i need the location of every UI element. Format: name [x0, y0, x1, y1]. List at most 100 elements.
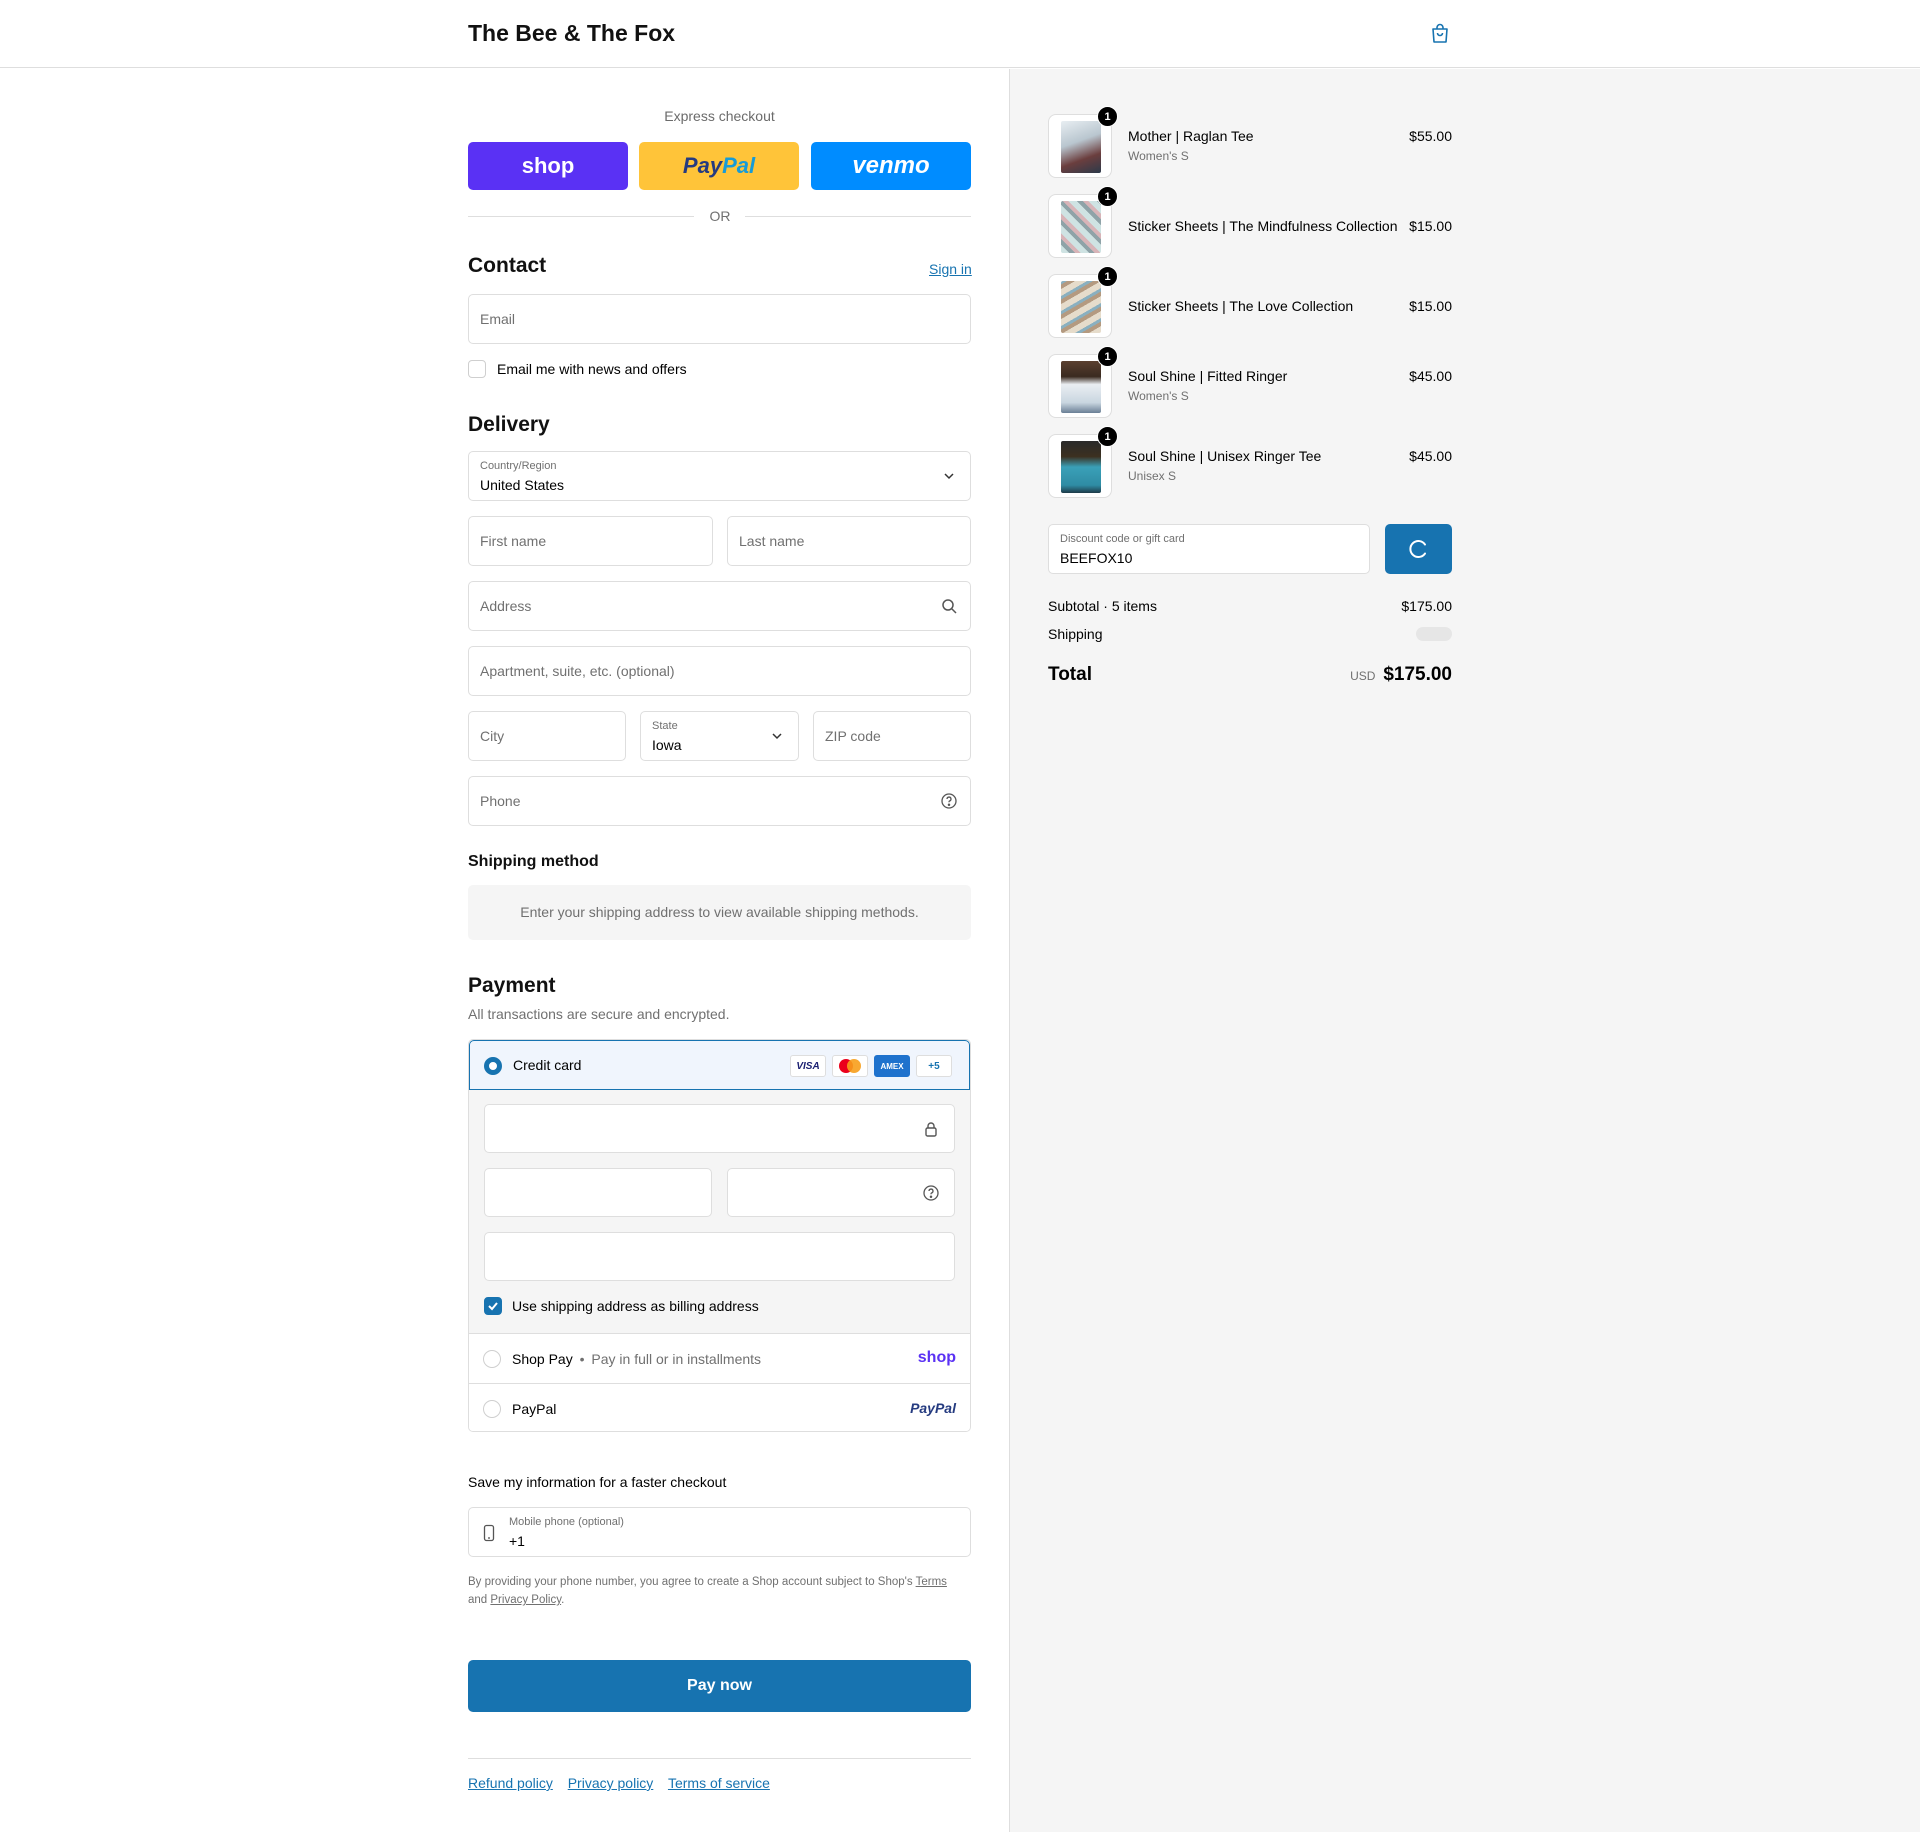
subtotal-value: $175.00 [1401, 598, 1452, 614]
or-divider-right [745, 216, 971, 217]
country-label: Country/Region [480, 460, 557, 472]
mobile-phone-icon [483, 1524, 495, 1542]
cart-item: 1 Sticker Sheets | The Love Collection $… [1048, 266, 1452, 338]
discount-code-value: BEEFOX10 [1060, 550, 1133, 566]
email-field[interactable]: Email [468, 294, 971, 344]
or-divider-left [468, 216, 694, 217]
card-cvv-field[interactable] [727, 1168, 955, 1217]
payment-subheading: All transactions are secure and encrypte… [468, 1006, 730, 1022]
terms-of-service-link[interactable]: Terms of service [668, 1775, 770, 1791]
paypal-radio[interactable] [483, 1400, 501, 1418]
privacy-policy-footer-link[interactable]: Privacy policy [568, 1775, 654, 1791]
item-variant: Women's S [1128, 149, 1189, 163]
item-price: $55.00 [1409, 128, 1452, 144]
state-label: State [652, 720, 678, 732]
save-info-legal: By providing your phone number, you agre… [468, 1573, 971, 1609]
shop-pay-logo: shop [917, 1349, 956, 1366]
cart-item: 1 Soul Shine | Fitted Ringer Women's S $… [1048, 346, 1452, 418]
quantity-badge: 1 [1097, 266, 1118, 287]
last-name-placeholder: Last name [739, 533, 805, 549]
credit-card-label: Credit card [513, 1057, 582, 1073]
credit-card-option[interactable]: Credit card VISA AMEX +5 [469, 1040, 970, 1090]
card-number-field[interactable] [484, 1104, 955, 1153]
item-price: $45.00 [1409, 368, 1452, 384]
item-name: Sticker Sheets | The Love Collection [1128, 298, 1354, 314]
paypal-logo: PayPal [910, 1400, 956, 1416]
shop-pay-separator: • [579, 1351, 585, 1367]
terms-link[interactable]: Terms [916, 1576, 947, 1588]
news-offers-checkbox[interactable] [468, 360, 486, 378]
first-name-field[interactable]: First name [468, 516, 713, 566]
shop-pay-express-button[interactable]: shop [468, 142, 628, 190]
cart-item: 1 Soul Shine | Unisex Ringer Tee Unisex … [1048, 426, 1452, 498]
card-expiry-field[interactable] [484, 1168, 712, 1217]
subtotal-row: Subtotal · 5 items $175.00 [1048, 598, 1452, 614]
express-checkout-title: Express checkout [664, 108, 775, 124]
discount-code-field[interactable]: Discount code or gift card BEEFOX10 [1048, 524, 1370, 574]
first-name-placeholder: First name [480, 533, 547, 549]
mobile-phone-value: +1 [509, 1533, 525, 1549]
city-field[interactable]: City [468, 711, 626, 761]
mobile-phone-field[interactable]: Mobile phone (optional) +1 [468, 1507, 971, 1557]
paypal-logo-pay: Pay [682, 153, 723, 178]
shopping-bag-icon[interactable] [1428, 22, 1452, 46]
zip-field[interactable]: ZIP code [813, 711, 971, 761]
help-circle-icon[interactable] [940, 792, 958, 810]
loading-spinner-icon [1408, 540, 1426, 558]
billing-same-checkbox[interactable] [484, 1297, 502, 1315]
sign-in-link[interactable]: Sign in [929, 261, 972, 277]
apartment-placeholder: Apartment, suite, etc. (optional) [480, 663, 675, 679]
or-divider-label: OR [709, 208, 731, 224]
shop-pay-option[interactable]: Shop Pay • Pay in full or in installment… [469, 1335, 970, 1384]
country-select[interactable]: Country/Region United States [468, 451, 971, 501]
apartment-field[interactable]: Apartment, suite, etc. (optional) [468, 646, 971, 696]
footer-links: Refund policy Privacy policy Terms of se… [468, 1775, 781, 1791]
privacy-policy-link[interactable]: Privacy Policy [490, 1594, 561, 1606]
discount-code-label: Discount code or gift card [1060, 533, 1185, 545]
store-name[interactable]: The Bee & The Fox [468, 20, 675, 47]
item-variant: Unisex S [1128, 469, 1177, 483]
quantity-badge: 1 [1097, 426, 1118, 447]
phone-field[interactable]: Phone [468, 776, 971, 826]
contact-heading: Contact [468, 254, 547, 277]
save-info-heading: Save my information for a faster checkou… [468, 1474, 727, 1490]
mobile-phone-label: Mobile phone (optional) [509, 1516, 624, 1528]
item-price: $15.00 [1409, 218, 1452, 234]
search-icon [942, 599, 957, 614]
paypal-logo-pal: Pal [722, 153, 756, 178]
item-name: Mother | Raglan Tee [1128, 128, 1254, 144]
apply-discount-button[interactable] [1385, 524, 1452, 574]
shop-pay-logo: shop [521, 153, 575, 178]
last-name-field[interactable]: Last name [727, 516, 971, 566]
mastercard-icon [832, 1055, 868, 1077]
legal-text: By providing your phone number, you agre… [468, 1576, 913, 1588]
card-name-field[interactable] [484, 1232, 955, 1281]
cart-item: 1 Sticker Sheets | The Mindfulness Colle… [1048, 186, 1452, 258]
payment-methods: Credit card VISA AMEX +5 Use shipping ad… [468, 1039, 971, 1432]
shop-pay-radio[interactable] [483, 1350, 501, 1368]
footer-divider [468, 1758, 971, 1759]
chevron-down-icon [772, 733, 782, 740]
city-placeholder: City [480, 728, 505, 744]
venmo-express-button[interactable]: venmo [811, 142, 971, 190]
amex-icon: AMEX [874, 1055, 910, 1077]
total-value: $175.00 [1383, 664, 1452, 685]
state-select[interactable]: State Iowa [640, 711, 799, 761]
item-price: $45.00 [1409, 448, 1452, 464]
zip-placeholder: ZIP code [825, 728, 881, 744]
credit-card-form: Use shipping address as billing address [469, 1090, 970, 1334]
quantity-badge: 1 [1097, 346, 1118, 367]
more-cards-badge: +5 [916, 1055, 952, 1077]
help-circle-icon[interactable] [922, 1184, 940, 1202]
paypal-express-button[interactable]: Pay Pal [639, 142, 799, 190]
refund-policy-link[interactable]: Refund policy [468, 1775, 553, 1791]
credit-card-radio[interactable] [484, 1057, 502, 1075]
quantity-badge: 1 [1097, 106, 1118, 127]
country-value: United States [480, 477, 565, 493]
paypal-option[interactable]: PayPal PayPal [469, 1385, 970, 1431]
item-name: Soul Shine | Unisex Ringer Tee [1128, 448, 1322, 464]
address-field[interactable]: Address [468, 581, 971, 631]
pay-now-button[interactable]: Pay now [468, 1660, 971, 1712]
payment-heading: Payment [468, 974, 556, 997]
quantity-badge: 1 [1097, 186, 1118, 207]
